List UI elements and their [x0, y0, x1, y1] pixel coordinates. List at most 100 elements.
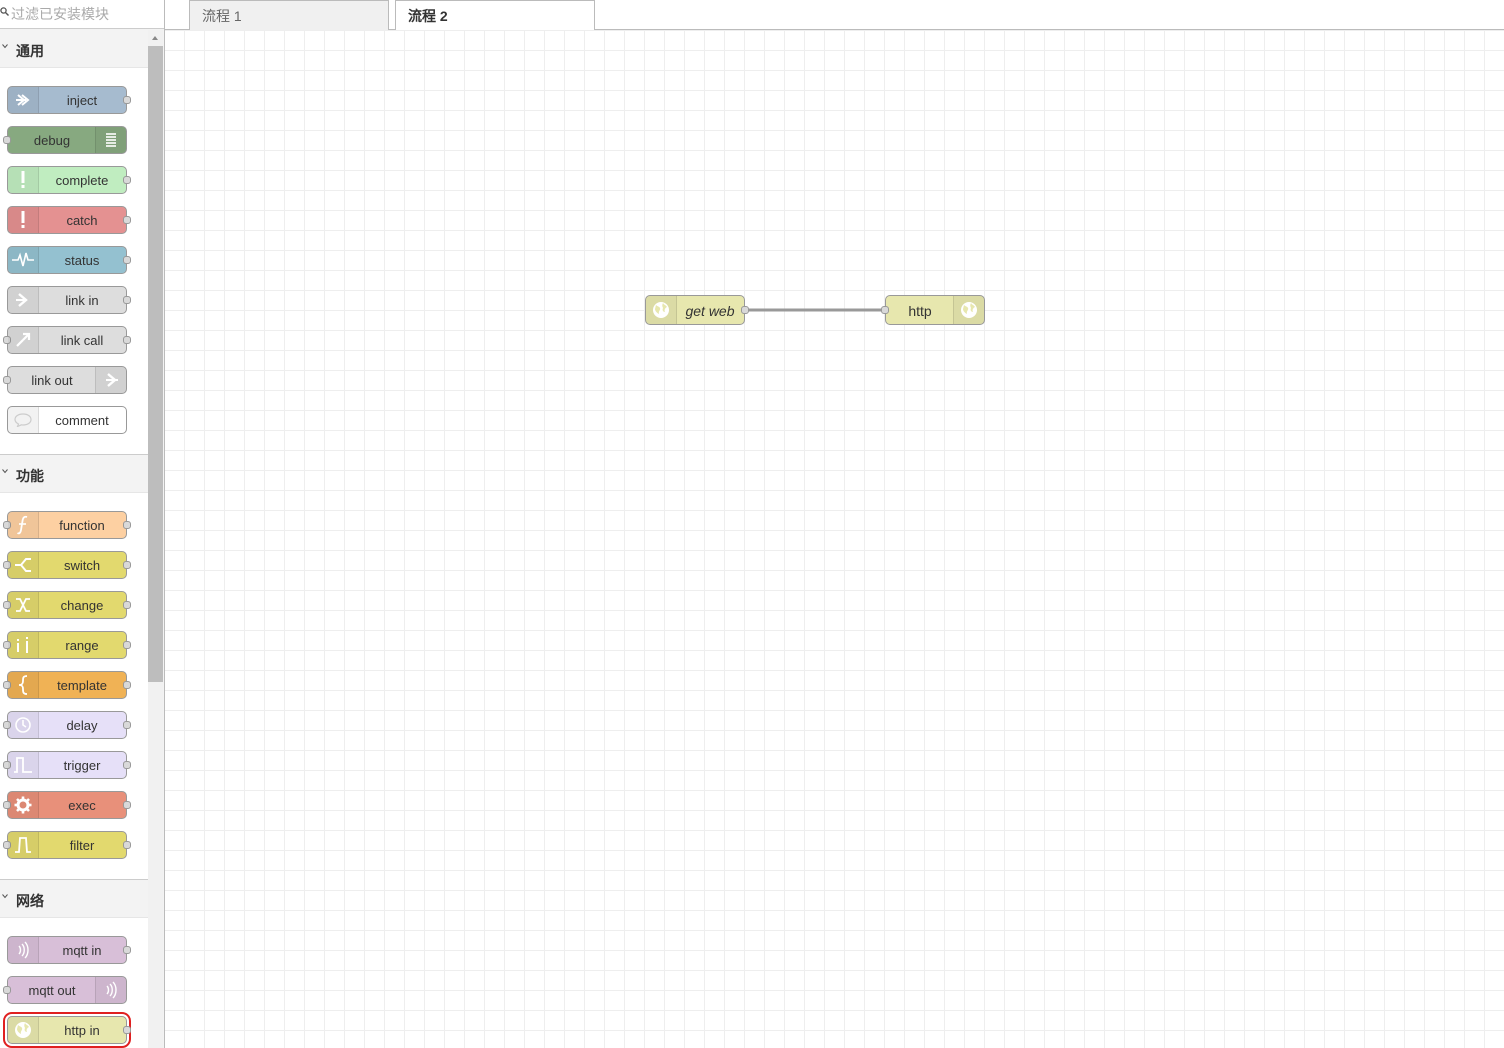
scrollbar-thumb[interactable] — [148, 46, 163, 682]
category-header-common[interactable]: 通用 — [0, 30, 148, 68]
node-label: complete — [55, 173, 109, 188]
function-icon — [8, 512, 39, 538]
tab-flow-2[interactable]: 流程 2 — [395, 0, 595, 31]
palette-node-link-call[interactable]: link call — [3, 326, 131, 354]
node-label: trigger — [63, 758, 101, 773]
flow-node-http[interactable]: http — [881, 295, 985, 325]
chevron-down-icon — [2, 894, 8, 899]
node-label: exec — [68, 798, 96, 813]
node-label: link in — [65, 293, 99, 308]
palette-scrollbar[interactable] — [148, 30, 163, 1048]
output-port — [123, 256, 131, 264]
palette-node-inject[interactable]: inject — [7, 86, 131, 114]
category-body-network: mqtt in mqtt out http in — [0, 918, 148, 1048]
flow-canvas[interactable]: get web http — [165, 30, 1504, 1048]
tab-label: 流程 1 — [202, 8, 242, 24]
bridge-icon — [8, 937, 39, 963]
node-label: delay — [66, 718, 98, 733]
output-port — [123, 801, 131, 809]
palette-node-mqtt-in[interactable]: mqtt in — [7, 936, 131, 964]
palette-node-catch[interactable]: catch — [7, 206, 131, 234]
filter-icon — [8, 832, 39, 858]
palette-node-switch[interactable]: switch — [3, 551, 131, 579]
chevron-down-icon — [2, 44, 8, 49]
palette-node-mqtt-out[interactable]: mqtt out — [3, 976, 127, 1004]
output-port — [123, 841, 131, 849]
palette-node-link-out[interactable]: link out — [3, 366, 127, 394]
node-label: get web — [685, 303, 735, 319]
output-port[interactable] — [741, 306, 749, 314]
range-icon — [8, 632, 39, 658]
cog-icon — [8, 792, 39, 818]
node-label: status — [64, 253, 100, 268]
output-port — [123, 601, 131, 609]
bridge-icon — [95, 977, 126, 1003]
output-port — [123, 296, 131, 304]
link-in-icon — [8, 287, 39, 313]
exclamation-icon — [8, 167, 39, 193]
node-label: http — [908, 303, 932, 319]
output-port — [123, 561, 131, 569]
wires-layer — [745, 308, 885, 312]
arrow-in-icon — [8, 87, 39, 113]
node-label: http in — [64, 1023, 100, 1038]
switch-icon — [8, 552, 39, 578]
palette-search-input[interactable] — [11, 4, 159, 24]
link-out-icon — [95, 367, 126, 393]
category-header-function[interactable]: 功能 — [0, 455, 148, 493]
node-label: debug — [33, 133, 71, 148]
palette-node-delay[interactable]: delay — [3, 711, 131, 739]
palette-node-exec[interactable]: exec — [3, 791, 131, 819]
workspace-tabs: 流程 1 流程 2 — [165, 0, 1504, 31]
node-label: catch — [66, 213, 98, 228]
palette-node-template[interactable]: template — [3, 671, 131, 699]
palette-node-function[interactable]: function — [3, 511, 131, 539]
node-label: change — [60, 598, 104, 613]
trigger-icon — [8, 752, 39, 778]
palette-node-complete[interactable]: complete — [7, 166, 131, 194]
category-title: 通用 — [16, 43, 44, 59]
palette-node-filter[interactable]: filter — [3, 831, 131, 859]
node-label: comment — [55, 413, 109, 428]
flow-node-get-web[interactable]: get web — [645, 295, 749, 325]
category-title: 功能 — [16, 468, 44, 484]
category-header-network[interactable]: 网络 — [0, 880, 148, 918]
palette-sidebar: 通用 inject debug complet — [0, 0, 165, 1048]
node-label: mqtt out — [28, 983, 76, 998]
output-port — [123, 641, 131, 649]
palette-node-link-in[interactable]: link in — [7, 286, 131, 314]
node-label: switch — [63, 558, 101, 573]
output-port — [123, 761, 131, 769]
timer-icon — [8, 712, 39, 738]
output-port — [123, 176, 131, 184]
node-label: mqtt in — [62, 943, 102, 958]
brace-icon — [8, 672, 39, 698]
output-port — [123, 216, 131, 224]
palette-search-bar — [0, 0, 164, 29]
pulse-icon — [8, 247, 39, 273]
palette-node-change[interactable]: change — [3, 591, 131, 619]
chevron-down-icon — [2, 469, 8, 474]
output-port — [123, 1026, 131, 1034]
palette-node-status[interactable]: status — [7, 246, 131, 274]
output-port — [123, 96, 131, 104]
output-port — [123, 946, 131, 954]
globe-icon — [8, 1017, 39, 1043]
node-label: template — [57, 678, 107, 693]
node-label: inject — [66, 93, 98, 108]
category-body-function: function switch change range template de… — [0, 493, 148, 879]
category-body-common: inject debug complete catch status link … — [0, 68, 148, 454]
scroll-up-arrow-icon[interactable] — [152, 36, 158, 40]
palette-node-list: 通用 inject debug complete catch status li… — [0, 30, 148, 1048]
tab-flow-1[interactable]: 流程 1 — [189, 0, 389, 30]
palette-node-debug[interactable]: debug — [3, 126, 127, 154]
palette-node-http-in[interactable]: http in — [3, 1012, 131, 1048]
palette-node-range[interactable]: range — [3, 631, 131, 659]
output-port — [123, 336, 131, 344]
exclamation-icon — [8, 207, 39, 233]
palette-node-comment[interactable]: comment — [7, 406, 127, 434]
shuffle-icon — [8, 592, 39, 618]
palette-node-trigger[interactable]: trigger — [3, 751, 131, 779]
search-icon — [0, 7, 9, 16]
speech-bubble-icon — [8, 407, 39, 433]
